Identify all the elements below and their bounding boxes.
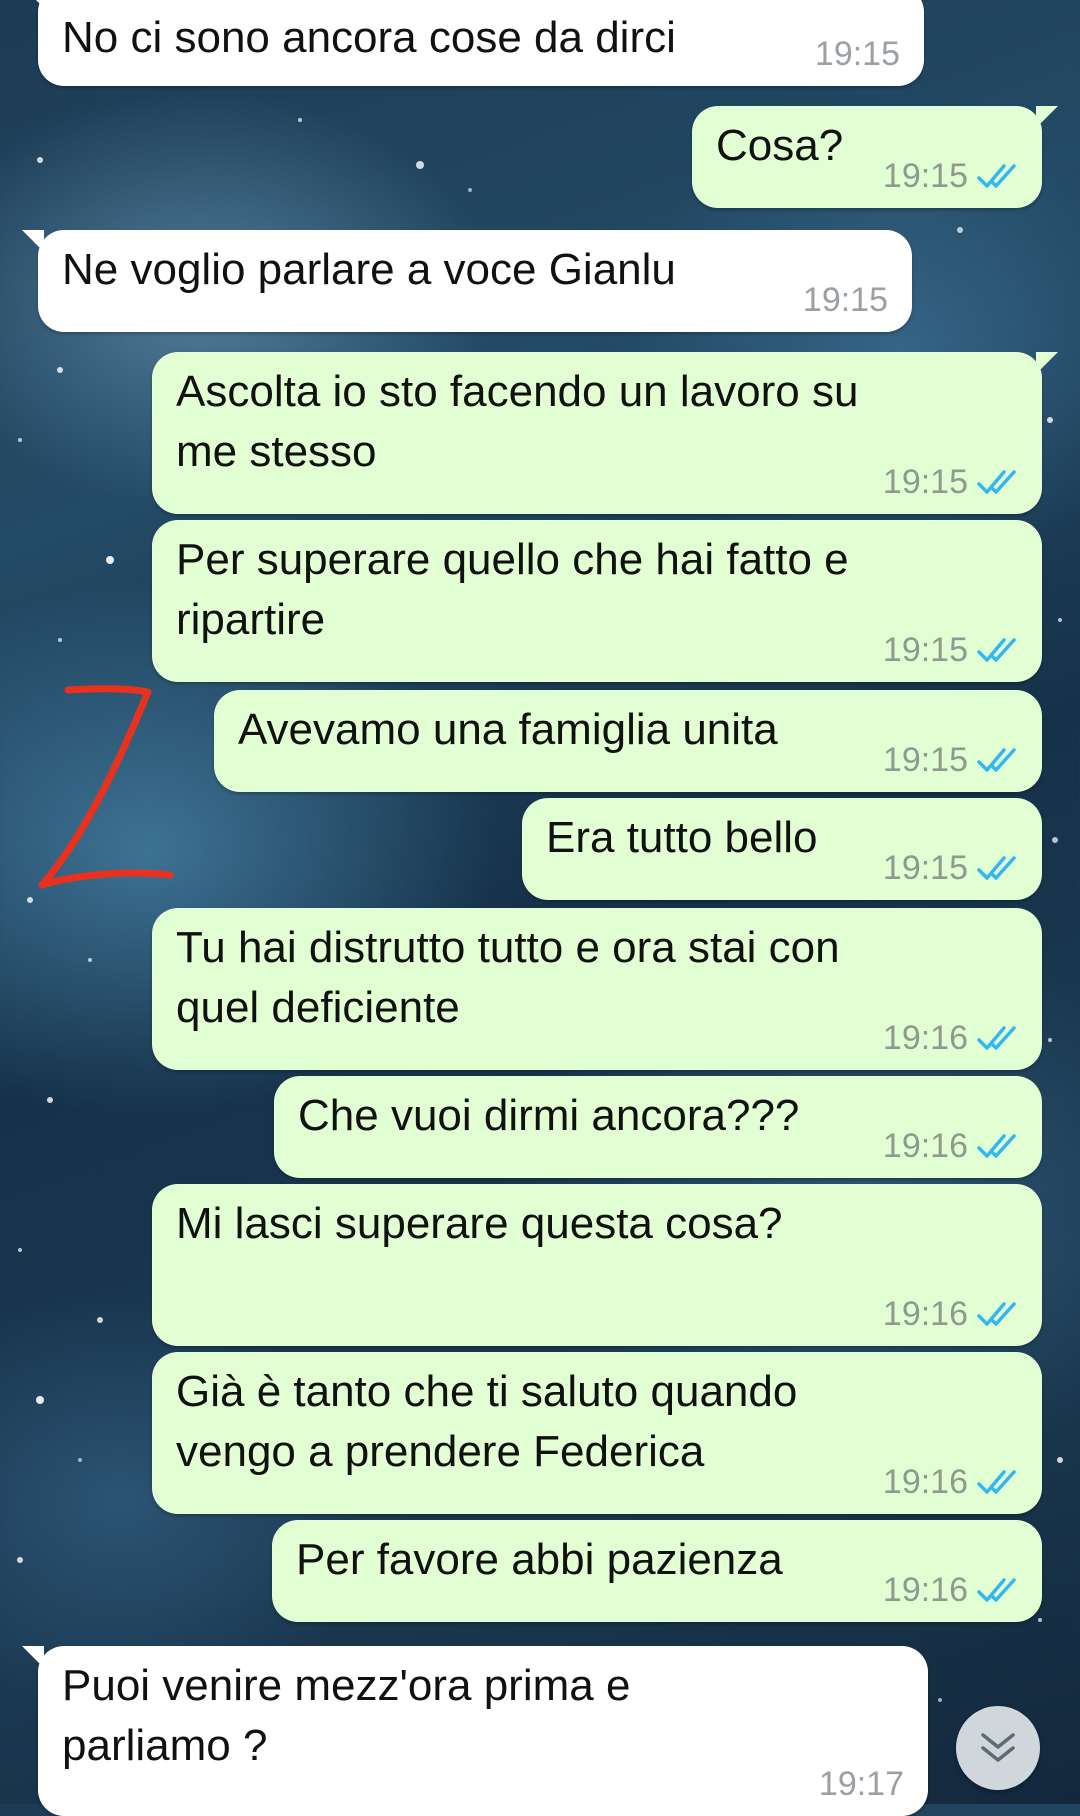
message-time: 19:15 (882, 741, 968, 779)
message-text: Puoi venire mezz'ora prima e parliamo ? (62, 1661, 631, 1770)
message-meta: 19:16 (883, 1294, 1022, 1334)
message-time: 19:16 (882, 1571, 968, 1609)
bubble-tail (22, 230, 44, 252)
double-check-icon (977, 1470, 1016, 1494)
message-meta: 19:17 (819, 1764, 904, 1804)
outgoing-message[interactable]: Cosa? 19:15 (692, 106, 1058, 208)
message-time: 19:15 (882, 463, 968, 501)
message-meta: 19:16 (883, 1126, 1022, 1166)
outgoing-message[interactable]: Ascolta io sto facendo un lavoro su me s… (152, 352, 1058, 514)
message-meta: 19:16 (883, 1462, 1022, 1502)
message-time: 19:16 (882, 1295, 968, 1333)
message-meta: 19:15 (883, 462, 1022, 502)
message-time: 19:16 (882, 1127, 968, 1165)
incoming-message[interactable]: No ci sono ancora cose da dirci 19:15 (22, 0, 924, 86)
message-meta: 19:15 (883, 848, 1022, 888)
bubble-tail (22, 1646, 44, 1668)
outgoing-message[interactable]: Che vuoi dirmi ancora??? 19:16 (274, 1076, 1042, 1178)
scroll-to-bottom-button[interactable] (956, 1706, 1040, 1790)
double-check-icon (977, 1578, 1016, 1602)
incoming-message[interactable]: Ne voglio parlare a voce Gianlu 19:15 (22, 230, 912, 332)
message-meta: 19:15 (883, 740, 1022, 780)
message-time: 19:15 (882, 849, 968, 887)
message-time: 19:16 (882, 1463, 968, 1501)
outgoing-message[interactable]: Tu hai distrutto tutto e ora stai con qu… (152, 908, 1042, 1070)
message-meta: 19:16 (883, 1570, 1022, 1610)
double-check-icon (977, 164, 1016, 188)
message-time: 19:15 (882, 157, 968, 195)
message-time: 19:15 (814, 35, 900, 73)
double-check-icon (977, 856, 1016, 880)
double-check-icon (977, 638, 1016, 662)
double-check-icon (977, 1026, 1016, 1050)
double-check-icon (977, 1134, 1016, 1158)
message-meta: 19:15 (883, 630, 1022, 670)
outgoing-message[interactable]: Per superare quello che hai fatto e ripa… (152, 520, 1042, 682)
message-meta: 19:16 (883, 1018, 1022, 1058)
double-check-icon (977, 470, 1016, 494)
outgoing-message[interactable]: Mi lasci superare questa cosa? 19:16 (152, 1184, 1042, 1346)
message-time: 19:17 (818, 1765, 904, 1803)
message-text: Ne voglio parlare a voce Gianlu (62, 245, 676, 294)
bubble-tail (1036, 106, 1058, 128)
double-check-icon (977, 748, 1016, 772)
incoming-message[interactable]: Puoi venire mezz'ora prima e parliamo ? 1… (22, 1646, 928, 1816)
message-time: 19:15 (882, 631, 968, 669)
bubble-tail (22, 0, 44, 8)
message-meta: 19:15 (803, 280, 888, 320)
message-text: Mi lasci superare questa cosa? (176, 1199, 783, 1248)
bubble-tail (1036, 352, 1058, 374)
message-meta: 19:15 (815, 34, 900, 74)
outgoing-message[interactable]: Già è tanto che ti saluto quando vengo a… (152, 1352, 1042, 1514)
outgoing-message[interactable]: Per favore abbi pazienza 19:16 (272, 1520, 1042, 1622)
double-chevron-down-icon (981, 1733, 1015, 1762)
double-check-icon (977, 1302, 1016, 1326)
message-time: 19:15 (802, 281, 888, 319)
outgoing-message[interactable]: Avevamo una famiglia unita 19:15 (214, 690, 1042, 792)
message-meta: 19:15 (883, 156, 1022, 196)
annotation-2 (38, 685, 174, 889)
message-time: 19:16 (882, 1019, 968, 1057)
outgoing-message[interactable]: Era tutto bello 19:15 (522, 798, 1042, 900)
message-text: No ci sono ancora cose da dirci (62, 13, 676, 62)
